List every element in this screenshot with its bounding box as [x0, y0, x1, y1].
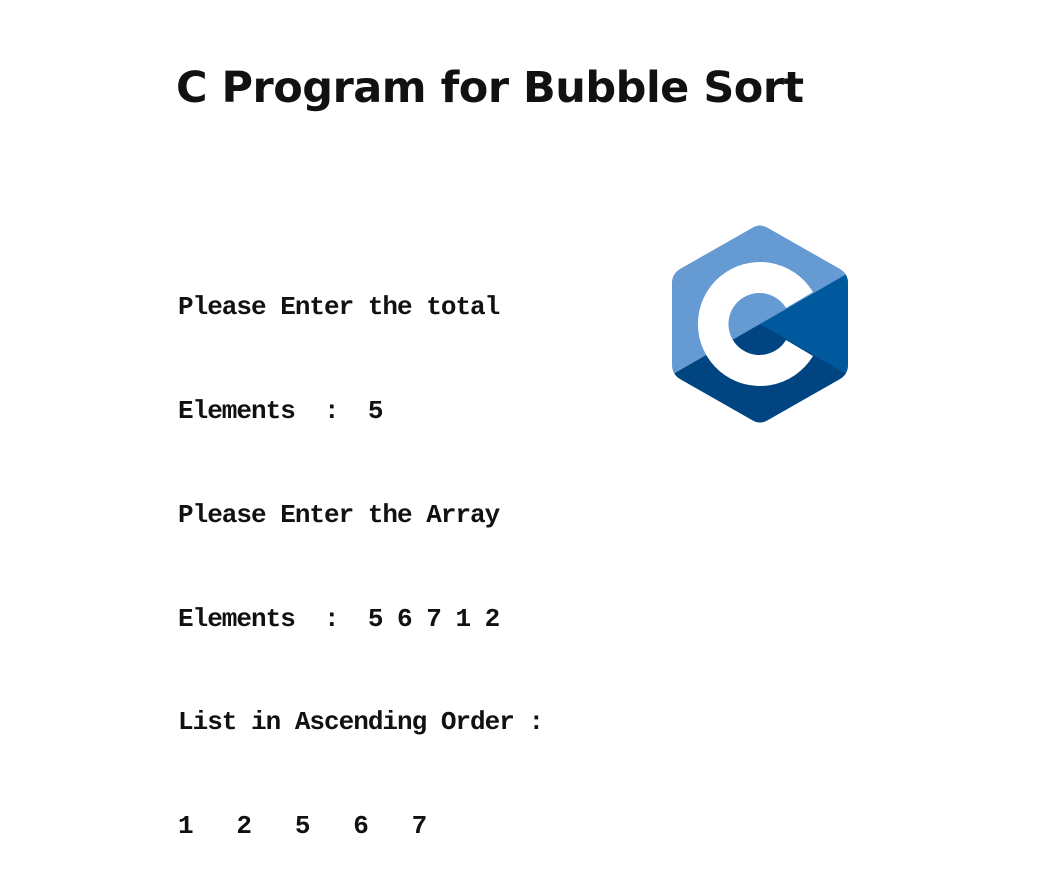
- page-title: C Program for Bubble Sort: [176, 63, 804, 113]
- console-line: List in Ascending Order :: [178, 707, 544, 738]
- c-language-logo-icon: [672, 225, 848, 423]
- console-line: Please Enter the total: [178, 292, 500, 323]
- console-line: Elements : 5: [178, 395, 383, 426]
- console-line: Elements : 5 6 7 1 2: [178, 603, 500, 634]
- console-line: 1 2 5 6 7: [178, 811, 427, 842]
- console-output: Please Enter the total Elements : 5 Plea…: [178, 221, 544, 878]
- console-line: Please Enter the Array: [178, 499, 500, 530]
